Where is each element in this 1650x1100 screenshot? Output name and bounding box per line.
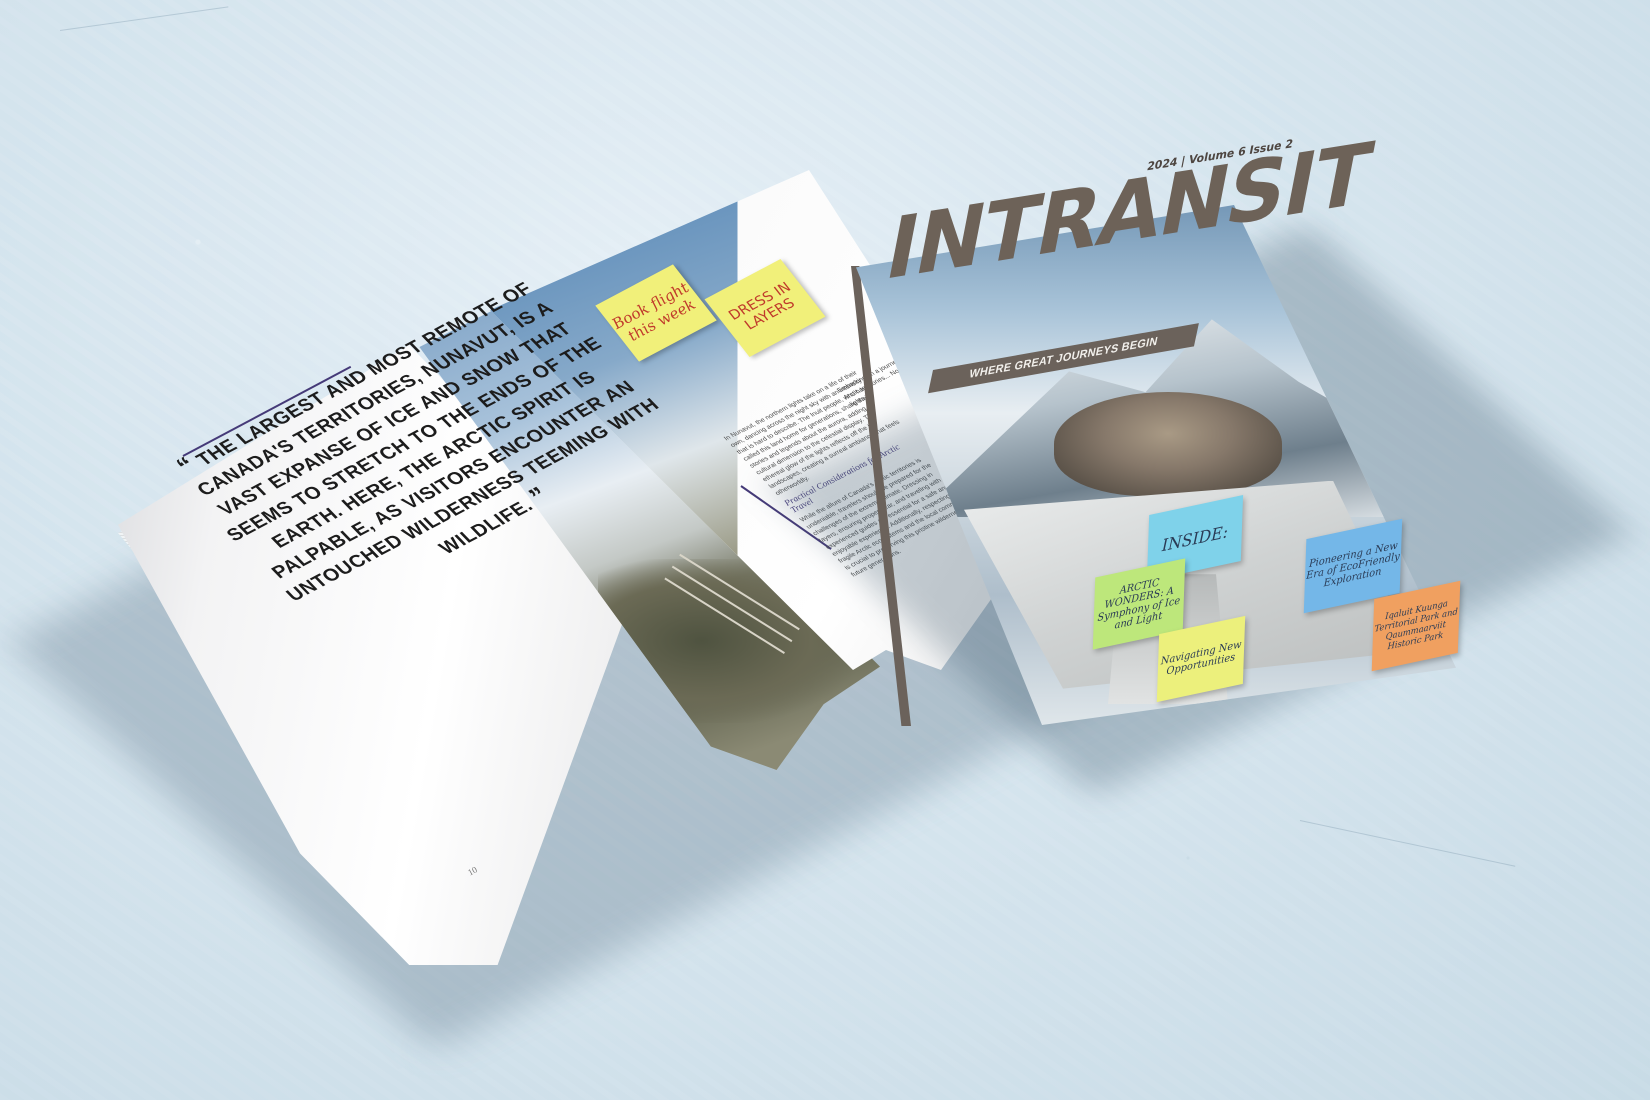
sticky-note-text: ARCTIC WONDERS: A Symphony of Ice and Li… (1097, 577, 1181, 632)
sticky-note-text: Navigating New Opportunities (1160, 639, 1242, 678)
sticky-note-text: Pioneering a New Era of EcoFriendly Expl… (1306, 539, 1400, 590)
sticky-note-text: Iqaluit Kuunga Territorial Park and Qaum… (1374, 598, 1458, 653)
fur-hood-photo (1054, 392, 1282, 497)
sticky-note-text: INSIDE: (1161, 521, 1229, 555)
